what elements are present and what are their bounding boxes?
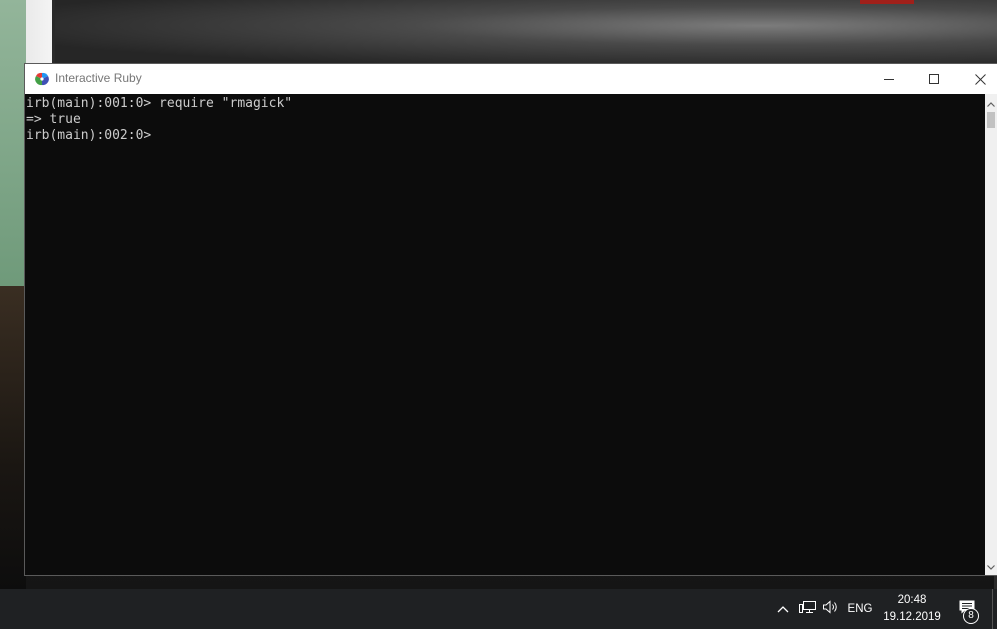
ruby-rgb-icon bbox=[35, 72, 49, 86]
minimize-button[interactable] bbox=[866, 64, 912, 94]
chevron-up-icon bbox=[987, 94, 995, 112]
vertical-scrollbar[interactable] bbox=[985, 94, 997, 575]
irb-window[interactable]: Interactive Ruby irb(main):001:0> requir… bbox=[25, 64, 997, 575]
console-line: irb(main):001:0> require "rmagick" bbox=[26, 96, 293, 111]
console-line: => true bbox=[26, 112, 81, 127]
maximize-button[interactable] bbox=[911, 64, 957, 94]
network-icon bbox=[799, 600, 817, 619]
scrollbar-thumb[interactable] bbox=[987, 112, 995, 128]
volume-button[interactable] bbox=[821, 589, 841, 629]
console-prompt-line[interactable]: irb(main):002:0> bbox=[26, 128, 985, 144]
desktop-background-green-panel bbox=[0, 0, 26, 286]
notification-count-badge: 8 bbox=[963, 608, 979, 624]
show-hidden-icons-button[interactable] bbox=[774, 589, 792, 629]
clock-button[interactable]: 20:48 19.12.2019 bbox=[878, 589, 946, 629]
scroll-down-button[interactable] bbox=[985, 559, 997, 573]
desktop-background-lower-left bbox=[0, 286, 26, 589]
volume-icon bbox=[822, 599, 840, 619]
clock-time: 20:48 bbox=[897, 594, 927, 606]
input-language-button[interactable]: ENG bbox=[846, 589, 874, 629]
close-icon bbox=[974, 73, 986, 85]
console-output[interactable]: irb(main):001:0> require "rmagick" => tr… bbox=[25, 94, 985, 575]
minimize-icon bbox=[884, 74, 894, 84]
desktop-background-accent bbox=[860, 0, 914, 4]
chevron-up-icon bbox=[777, 600, 789, 618]
desktop-background-top bbox=[55, 0, 997, 64]
clock-date: 19.12.2019 bbox=[883, 611, 941, 623]
network-button[interactable] bbox=[798, 589, 818, 629]
chevron-down-icon bbox=[987, 557, 995, 575]
window-titlebar[interactable]: Interactive Ruby bbox=[25, 64, 997, 94]
show-desktop-button[interactable] bbox=[992, 589, 993, 629]
maximize-icon bbox=[929, 74, 939, 84]
close-button[interactable] bbox=[957, 64, 997, 94]
scroll-up-button[interactable] bbox=[985, 96, 997, 110]
window-title: Interactive Ruby bbox=[55, 71, 142, 85]
